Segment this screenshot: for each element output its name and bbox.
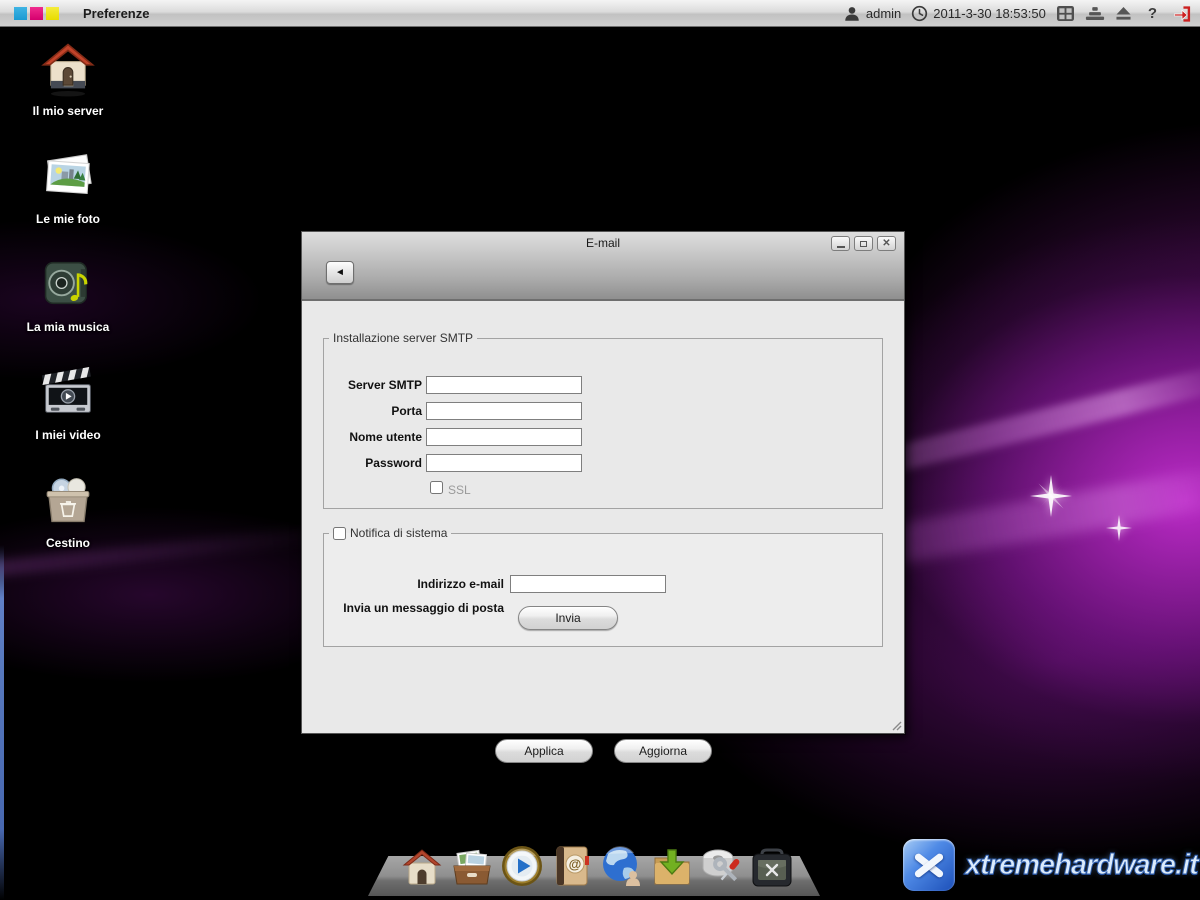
notifica-checkbox[interactable] [333,526,346,540]
close-icon: ✕ [882,237,891,249]
system-logo [14,6,59,20]
eject-icon[interactable] [1115,6,1132,21]
nome-utente-label: Nome utente [349,430,422,444]
close-button[interactable]: ✕ [877,236,896,251]
dock-item-web-access[interactable] [598,842,645,888]
password-label: Password [365,456,422,470]
desktop-icon-my-server[interactable]: Il mio server [12,36,124,118]
aggiorna-button[interactable]: Aggiorna [614,739,712,763]
invia-button[interactable]: Invia [518,606,618,630]
dialog-actions: Applica Aggiorna [302,739,904,763]
dock-item-toolbox[interactable] [748,842,795,888]
system-clock: 2011-3-30 18:53:50 [911,5,1046,22]
home-icon [41,43,95,97]
dock-disk-tools-icon [702,849,739,882]
logo-square-yellow [46,6,59,20]
resize-grip[interactable] [890,719,902,731]
dialog-header[interactable]: E-mail ✕ ◄ [302,232,904,301]
porta-input[interactable] [426,402,582,420]
dock: @ [398,842,798,888]
logged-user[interactable]: admin [843,5,901,23]
dock-item-photo-box[interactable] [448,842,495,888]
xtremehardware-watermark: xtremehardware.it [903,839,1200,891]
dialog-body: Installazione server SMTP Server SMTP Po… [302,303,904,763]
sparkle-star-icon [1030,475,1072,517]
logo-square-blue [14,6,27,20]
datetime-text: 2011-3-30 18:53:50 [933,6,1046,21]
desktop-icon-column: Il mio server Le mie foto La mia musica … [12,36,124,576]
dock-contacts-icon: @ [556,846,589,886]
smtp-legend: Installazione server SMTP [333,331,474,345]
dock-globe-icon [602,846,640,886]
desktop: Preferenze admin 2011-3-30 18:53:50 ? Il… [0,0,1200,900]
dock-item-contacts[interactable]: @ [548,842,595,888]
system-notification-fieldset: Notifica di sistema Indirizzo e-mail Inv… [323,526,883,647]
music-icon [44,261,88,305]
menu-preferenze[interactable]: Preferenze [83,6,149,21]
ssl-label: SSL [448,483,471,497]
desktop-icon-label: I miei video [35,428,101,442]
dock-home-icon [402,849,441,885]
trash-icon [46,478,90,523]
dock-toolbox-icon [752,848,791,887]
indirizzo-email-label: Indirizzo e-mail [417,577,504,591]
desktop-icon-label: Le mie foto [35,212,100,226]
server-smtp-label: Server SMTP [347,378,422,392]
help-button[interactable]: ? [1142,5,1163,22]
desktop-icon-label: Il mio server [32,104,104,118]
sparkle-star-icon [1106,515,1132,541]
minimize-icon [836,245,845,248]
smtp-settings-fieldset: Installazione server SMTP Server SMTP Po… [323,331,883,509]
user-name: admin [865,6,902,21]
dock-photo-box-icon [452,849,491,885]
dock-download-icon [654,849,689,885]
wallpaper-edge-glow [0,545,4,900]
ssl-checkbox[interactable] [430,481,443,494]
server-smtp-input[interactable] [426,376,582,394]
task-queue-icon[interactable] [1085,6,1105,21]
photos-icon [46,154,92,195]
dock-item-home[interactable] [398,842,445,888]
desktop-icon-my-photos[interactable]: Le mie foto [12,144,124,226]
applica-button[interactable]: Applica [495,739,593,763]
indirizzo-email-input[interactable] [510,575,666,593]
watermark-text: xtremehardware.it [965,848,1200,881]
dock-item-download-folder[interactable] [648,842,695,888]
maximize-icon [860,240,867,247]
invia-messaggio-label: Invia un messaggio di posta [343,601,504,615]
svg-text:@: @ [568,857,581,872]
nome-utente-input[interactable] [426,428,582,446]
email-dialog: E-mail ✕ ◄ Installazione server SMTP Ser… [301,231,905,763]
notifica-label: Notifica di sistema [350,526,448,540]
logo-square-magenta [30,6,43,20]
desktop-icon-my-music[interactable]: La mia musica [12,252,124,334]
back-arrow-icon: ◄ [335,267,345,278]
minimize-button[interactable] [831,236,850,251]
porta-label: Porta [391,404,422,418]
back-button[interactable]: ◄ [326,261,354,284]
password-input[interactable] [426,454,582,472]
top-menu-bar: Preferenze admin 2011-3-30 18:53:50 ? [0,0,1200,27]
dock-item-media-player[interactable] [498,842,545,888]
desktop-icon-label: Cestino [45,536,90,550]
desktop-icon-label: La mia musica [26,320,110,334]
videos-icon [41,366,91,413]
dock-media-player-icon [501,846,542,886]
clock-icon [912,5,928,22]
desktop-icon-my-videos[interactable]: I miei video [12,360,124,442]
user-icon [845,6,859,21]
maximize-button[interactable] [854,236,873,251]
desktop-icon-recycle-bin[interactable]: Cestino [12,468,124,550]
dialog-title: E-mail [585,236,620,250]
logout-icon[interactable] [1173,5,1192,23]
window-manager-icon[interactable] [1056,5,1075,22]
xtremehardware-logo-icon [903,839,955,891]
dock-item-disk-tools[interactable] [698,842,745,888]
